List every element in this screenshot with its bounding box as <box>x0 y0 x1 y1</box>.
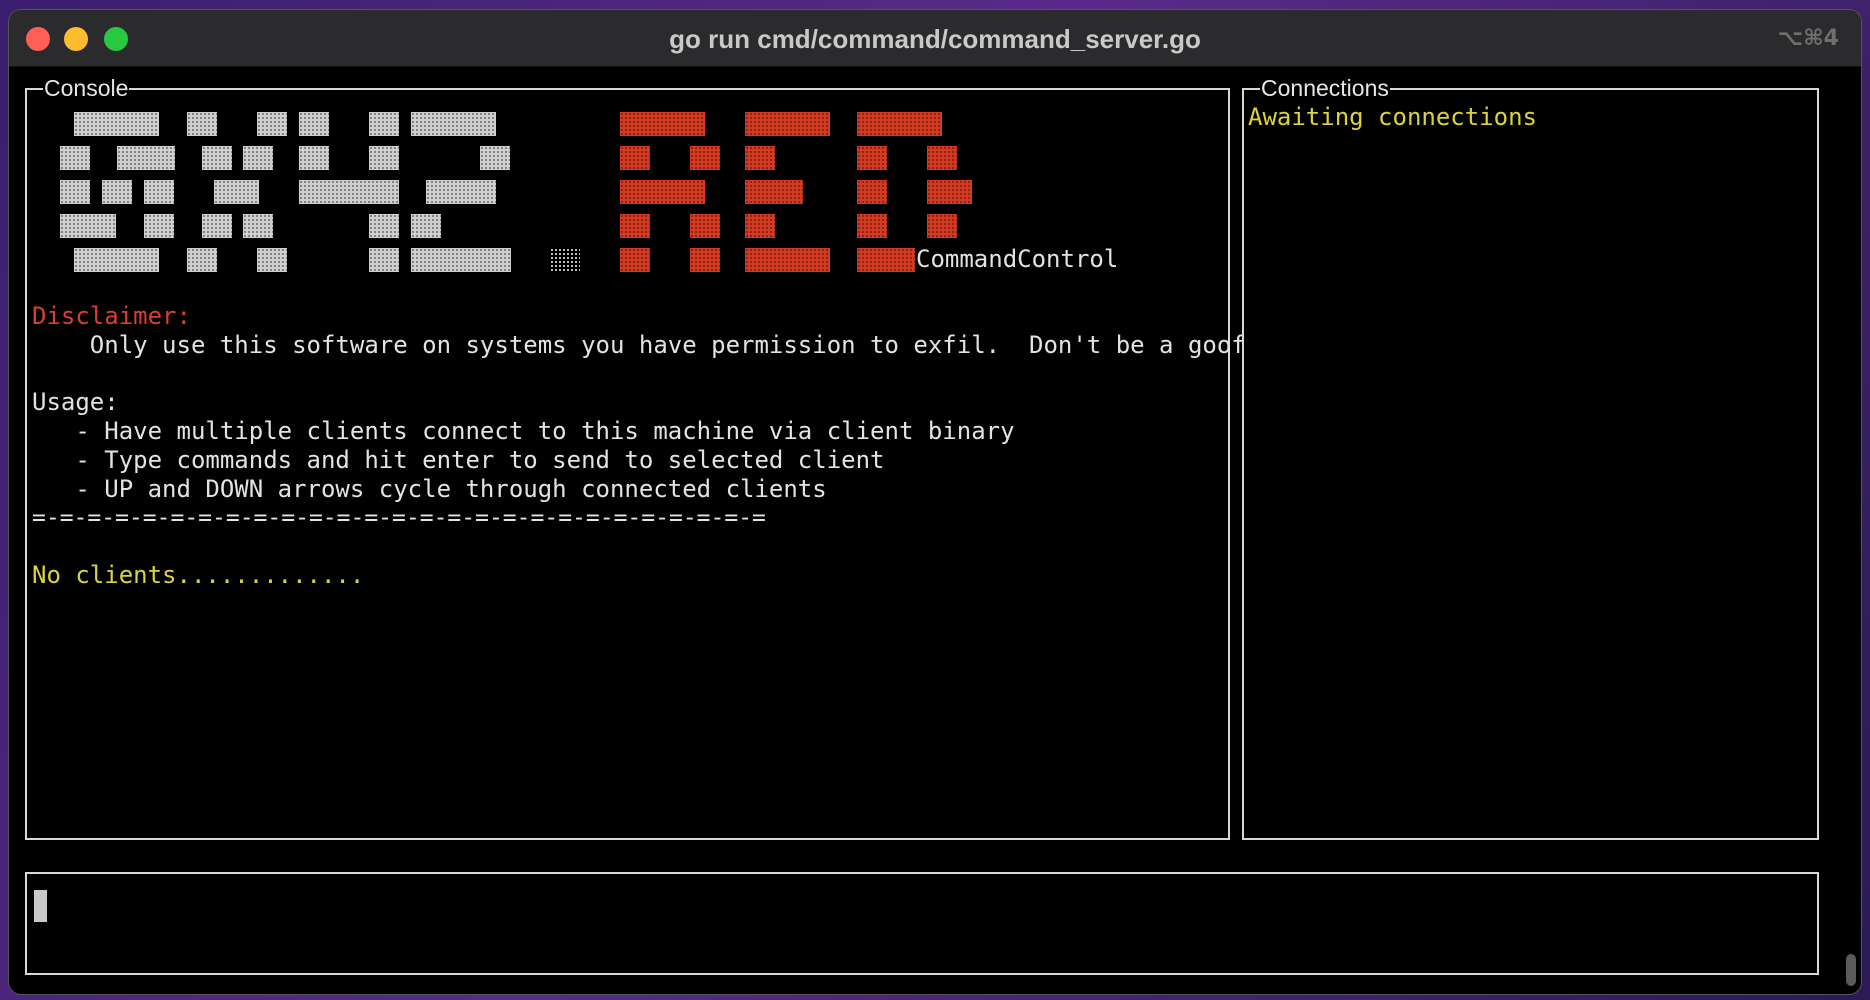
console-pane: Console CommandControl Disclaimer: Only … <box>25 73 1246 840</box>
connections-status: Awaiting connections <box>1248 103 1537 131</box>
title-bar: go run cmd/command/command_server.go ⌥⌘4 <box>9 10 1861 67</box>
separator: =-=-=-=-=-=-=-=-=-=-=-=-=-=-=-=-=-=-=-=-… <box>32 505 766 531</box>
scrollbar-thumb[interactable] <box>1846 954 1856 986</box>
terminal-window: go run cmd/command/command_server.go ⌥⌘4… <box>9 10 1861 994</box>
usage-item: - UP and DOWN arrows cycle through conne… <box>32 475 827 503</box>
disclaimer-label: Disclaimer: <box>32 302 191 330</box>
usage-item: - Have multiple clients connect to this … <box>32 417 1015 445</box>
console-pane-title: Console <box>43 73 130 103</box>
banner-suffix: CommandControl <box>916 245 1119 273</box>
usage-item: - Type commands and hit enter to send to… <box>32 446 885 474</box>
client-status: No clients............. <box>32 561 365 589</box>
connections-pane[interactable]: Connections Awaiting connections <box>1242 73 1819 840</box>
command-input[interactable] <box>25 872 1819 975</box>
text-cursor <box>34 890 47 922</box>
connections-pane-title: Connections <box>1260 73 1390 103</box>
window-shortcut: ⌥⌘4 <box>1777 26 1839 51</box>
window-title: go run cmd/command/command_server.go <box>669 24 1201 54</box>
disclaimer-text: Only use this software on systems you ha… <box>32 331 1246 359</box>
usage-label: Usage: <box>32 388 119 416</box>
